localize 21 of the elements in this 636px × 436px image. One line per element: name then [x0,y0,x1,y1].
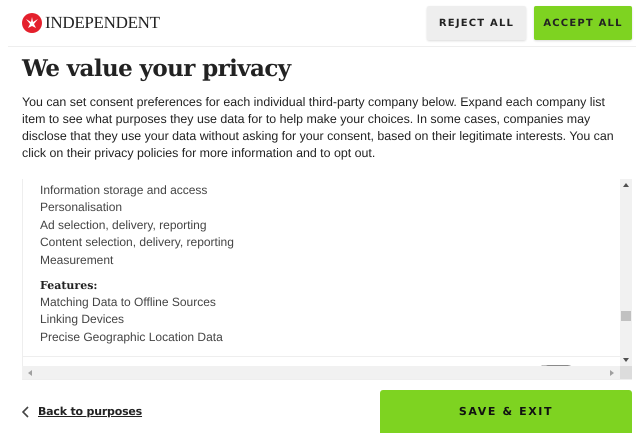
chevron-left-icon[interactable] [22,406,29,418]
back-link[interactable]: Back to purposes [38,405,142,418]
purpose-item: Ad selection, delivery, reporting [40,216,208,234]
purpose-item: Information storage and access [40,182,208,199]
scroll-up-icon[interactable] [623,183,629,187]
intro-paragraph: You can set consent preferences for each individual third-party company below. Expand each company list item to see what purposes they use data for to help make your choices. In some cases, companies may disclose that they use your data without asking for your consent, based on their legitimate interests. You can click on their privacy policies for more information and to opt out. [22,94,615,162]
reject-all-button[interactable]: REJECT ALL [427,6,526,40]
accept-all-button[interactable]: ACCEPT ALL [534,6,632,40]
purpose-item: Measurement [40,252,114,269]
page-title: We value your privacy [22,55,293,82]
scrollbar-thumb[interactable] [621,311,631,321]
feature-item: Precise Geographic Location Data [40,328,224,346]
feature-item: Linking Devices [40,311,126,328]
features-heading: Features: [40,278,98,294]
purpose-item: Content selection, delivery, reporting [40,234,235,252]
scrollbar-corner [620,366,632,379]
purpose-item: Personalisation [40,199,124,216]
scroll-down-icon[interactable] [623,358,629,362]
brand-logo: INDEPENDENT [45,13,160,33]
save-exit-button[interactable]: SAVE & EXIT [380,390,632,433]
feature-item: Matching Data to Offline Sources [40,294,217,311]
